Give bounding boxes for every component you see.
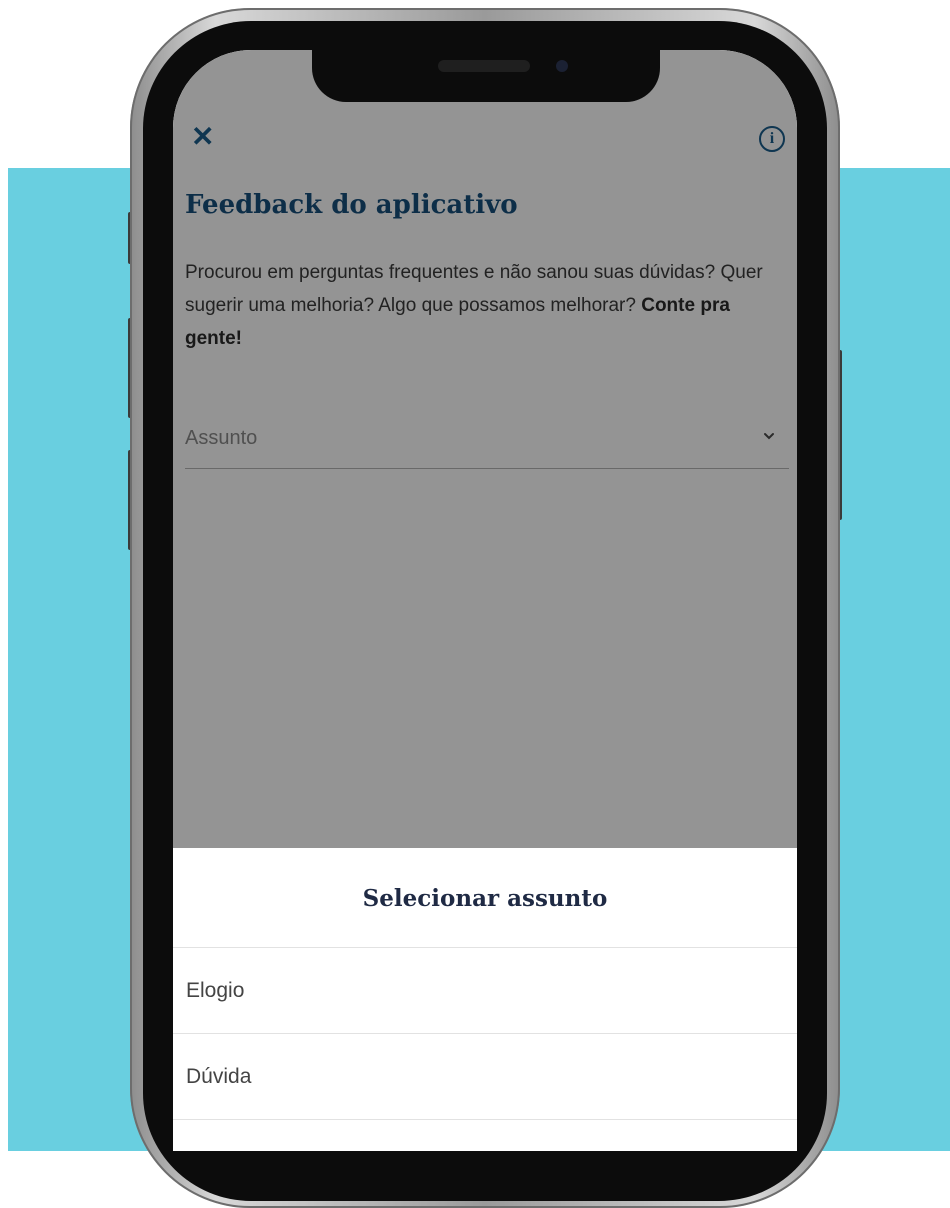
speaker-grille [438, 60, 530, 72]
option-duvida[interactable]: Dúvida [173, 1034, 797, 1120]
phone-screen: ✕ i Feedback do aplicativo Procurou em p… [173, 50, 797, 1151]
phone-notch [312, 48, 660, 102]
front-camera [556, 60, 568, 72]
option-elogio[interactable]: Elogio [173, 948, 797, 1034]
select-subject-sheet: Selecionar assunto Elogio Dúvida [173, 848, 797, 1151]
sheet-title: Selecionar assunto [173, 848, 797, 948]
option-next[interactable] [173, 1120, 797, 1151]
